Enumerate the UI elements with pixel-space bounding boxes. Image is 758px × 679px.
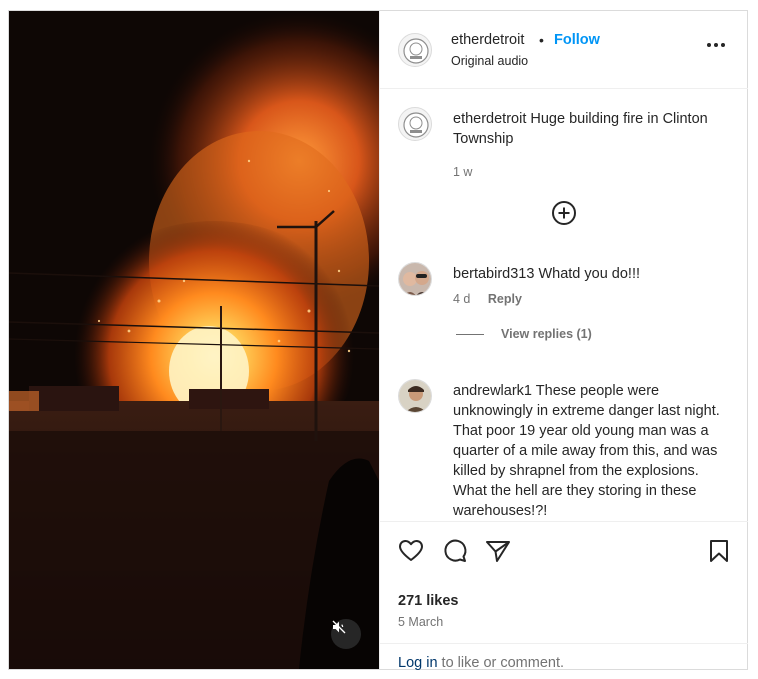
login-prompt-text: to like or comment.: [437, 655, 565, 671]
follow-button[interactable]: Follow: [554, 32, 600, 48]
post-author-username[interactable]: etherdetroit: [451, 32, 524, 48]
separator-dot: •: [539, 32, 544, 48]
commenter-avatar[interactable]: [398, 262, 432, 296]
fire-video-frame: [9, 11, 379, 669]
likes-count[interactable]: 271 likes: [398, 593, 458, 609]
comment-body: Whatd you do!!!: [538, 266, 641, 282]
caption-age: 1 w: [453, 165, 473, 179]
comment-text: andrewlark1 These people were unknowingl…: [453, 381, 733, 521]
login-prompt: Log in to like or comment.: [380, 643, 748, 671]
heart-icon[interactable]: [398, 538, 424, 564]
caption-text: etherdetroit Huge building fire in Clint…: [453, 109, 733, 149]
post-actions: 271 likes 5 March Log in to like or comm…: [380, 521, 748, 671]
profile-logo-icon: [403, 38, 429, 64]
comment-username[interactable]: bertabird313: [453, 266, 534, 282]
comment-text: bertabird313 Whatd you do!!!: [453, 264, 733, 284]
post-header: etherdetroit • Follow Original audio: [380, 11, 748, 89]
comment-icon[interactable]: [442, 538, 468, 564]
commenter-avatar[interactable]: [398, 379, 432, 413]
post-date[interactable]: 5 March: [398, 615, 443, 629]
comment-body: These people were unknowingly in extreme…: [453, 383, 720, 519]
profile-logo-icon: [403, 112, 429, 138]
audio-label[interactable]: Original audio: [451, 54, 528, 68]
login-link[interactable]: Log in: [398, 655, 438, 671]
view-replies-button[interactable]: View replies (1): [501, 327, 592, 341]
bookmark-icon[interactable]: [706, 538, 732, 564]
post-video[interactable]: [9, 11, 379, 669]
avatar[interactable]: [398, 33, 432, 67]
comment-age: 4 d: [453, 292, 471, 306]
paper-plane-icon[interactable]: [485, 538, 511, 564]
replies-divider: [456, 334, 484, 335]
more-options-button[interactable]: [706, 35, 726, 55]
comment-meta: 4 d Reply: [453, 292, 522, 306]
comments-section[interactable]: etherdetroit Huge building fire in Clint…: [380, 89, 748, 521]
plus-circle-icon[interactable]: [550, 199, 578, 227]
caption-username[interactable]: etherdetroit: [453, 111, 526, 127]
post-card: etherdetroit • Follow Original audio eth…: [8, 10, 748, 671]
avatar-photo: [399, 263, 431, 295]
comment-username[interactable]: andrewlark1: [453, 383, 532, 399]
more-options-icon: [707, 43, 725, 47]
mute-button[interactable]: [331, 619, 361, 649]
reply-button[interactable]: Reply: [488, 292, 522, 306]
avatar-photo: [399, 380, 431, 412]
speaker-muted-icon: [332, 620, 346, 634]
caption-avatar[interactable]: [398, 107, 432, 141]
post-details-panel: etherdetroit • Follow Original audio eth…: [379, 11, 748, 671]
